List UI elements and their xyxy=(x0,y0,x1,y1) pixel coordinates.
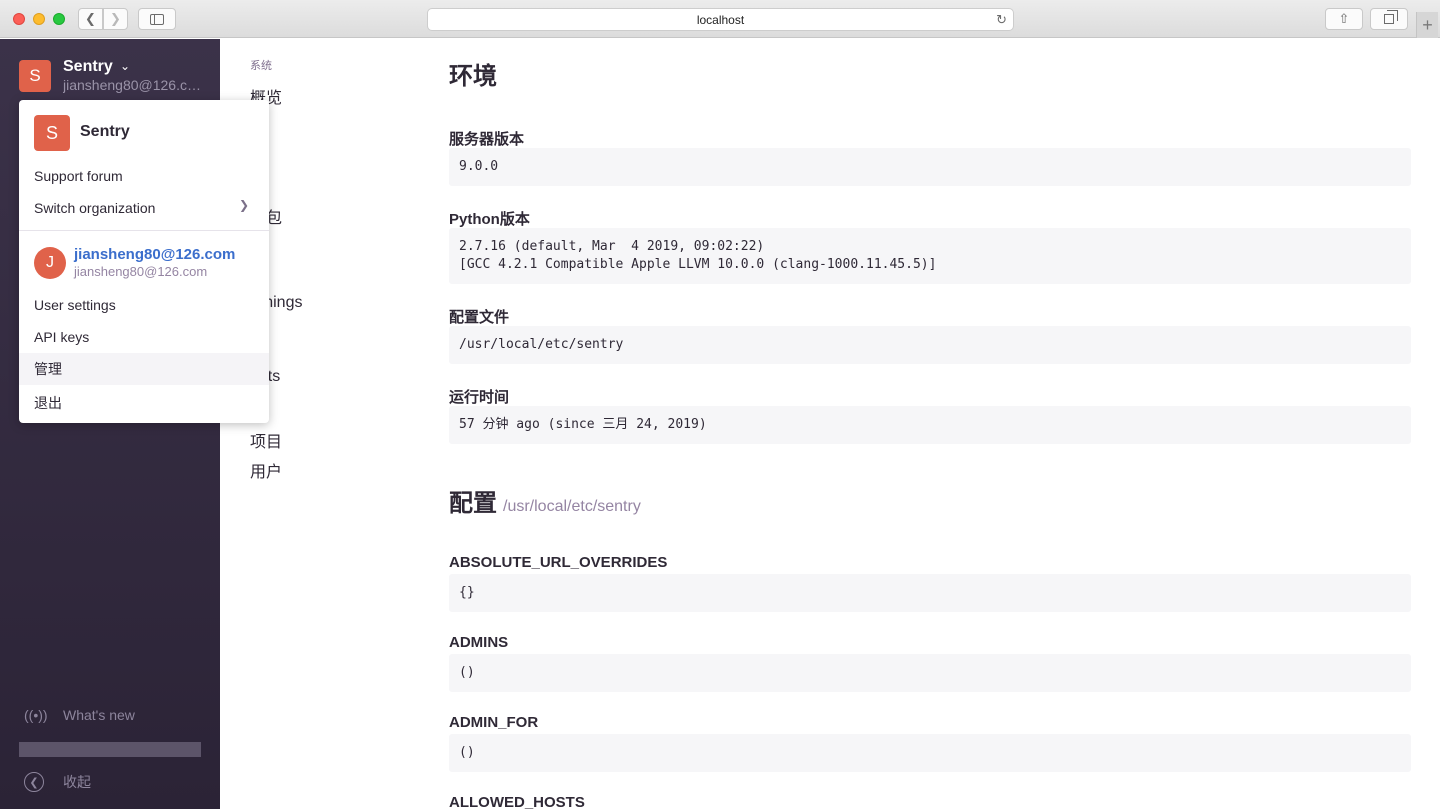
collapse-label: 收起 xyxy=(63,774,91,790)
setting-key: ALLOWED_HOSTS xyxy=(449,794,585,811)
config-file-value: /usr/local/etc/sentry xyxy=(449,326,1411,364)
setting-value: () xyxy=(449,734,1411,772)
server-version-label: 服务器版本 xyxy=(449,131,525,148)
python-version-value: 2.7.16 (default, Mar 4 2019, 09:02:22) [… xyxy=(449,228,1411,284)
url-text: localhost xyxy=(696,12,745,27)
chevron-right-icon: ❯ xyxy=(110,11,121,26)
chevron-right-icon: ❯ xyxy=(238,198,249,212)
chevron-left-circle-icon: ❮ xyxy=(24,772,44,792)
setting-value: () xyxy=(449,654,1411,692)
dropdown-divider xyxy=(19,230,269,231)
chevron-left-icon: ❮ xyxy=(85,11,96,26)
config-title-text: 配置 xyxy=(449,490,497,517)
chevron-down-icon[interactable]: ⌄ xyxy=(120,59,130,73)
uptime-label: 运行时间 xyxy=(449,389,510,406)
switch-organization-item[interactable]: Switch organization xyxy=(34,200,254,216)
nav-item-projects[interactable]: 项目 xyxy=(250,428,282,452)
main-content: 环境 服务器版本 9.0.0 Python版本 2.7.16 (default,… xyxy=(449,39,1411,811)
whats-new-button[interactable]: ((•)) What's new xyxy=(24,707,135,723)
setting-value: {} xyxy=(449,574,1411,612)
user-avatar: J xyxy=(34,247,66,279)
dropdown-user-name[interactable]: jiansheng80@126.com xyxy=(74,246,235,263)
uptime-value: 57 分钟 ago (since 三月 24, 2019) xyxy=(449,406,1411,444)
dropdown-org-avatar: S xyxy=(34,115,70,151)
new-tab-button[interactable]: + xyxy=(1416,12,1438,38)
sidebar-user-email: jiansheng80@126.com xyxy=(63,77,203,93)
setting-key: ADMINS xyxy=(449,634,509,651)
collapse-sidebar-button[interactable]: ❮ 收起 xyxy=(24,772,91,792)
page-title: 环境 xyxy=(449,63,497,90)
browser-toolbar: ❮ ❯ localhost ↻ ⇧ + xyxy=(0,0,1440,38)
user-settings-link[interactable]: User settings xyxy=(34,297,254,313)
admin-link[interactable]: 管理 xyxy=(19,353,269,385)
share-icon: ⇧ xyxy=(1338,11,1350,26)
setting-key: ADMIN_FOR xyxy=(449,714,539,731)
config-path: /usr/local/etc/sentry xyxy=(503,498,641,515)
sidebar-toggle-button[interactable] xyxy=(138,8,176,30)
sidebar-icon xyxy=(150,13,164,25)
reload-icon[interactable]: ↻ xyxy=(996,12,1007,28)
org-dropdown-menu: S Sentry Support forum Switch organizati… xyxy=(19,100,269,423)
config-title: 配置/usr/local/etc/sentry xyxy=(449,483,641,518)
maximize-window-button[interactable] xyxy=(53,13,65,25)
org-avatar[interactable]: S xyxy=(19,60,51,92)
server-version-value: 9.0.0 xyxy=(449,148,1411,186)
nav-heading-system: 系统 xyxy=(250,60,272,72)
support-forum-link[interactable]: Support forum xyxy=(34,168,254,184)
org-name[interactable]: Sentry xyxy=(63,58,113,76)
tabs-icon xyxy=(1384,10,1398,24)
dropdown-user-email: jiansheng80@126.com xyxy=(74,264,208,279)
dropdown-org-name[interactable]: Sentry xyxy=(80,123,130,141)
api-keys-link[interactable]: API keys xyxy=(34,329,254,345)
close-window-button[interactable] xyxy=(13,13,25,25)
share-button[interactable]: ⇧ xyxy=(1325,8,1363,30)
setting-key: ABSOLUTE_URL_OVERRIDES xyxy=(449,554,668,571)
minimize-window-button[interactable] xyxy=(33,13,45,25)
broadcast-icon: ((•)) xyxy=(24,707,48,723)
back-button[interactable]: ❮ xyxy=(78,8,103,30)
address-bar[interactable]: localhost ↻ xyxy=(427,8,1014,31)
logout-link[interactable]: 退出 xyxy=(34,393,254,413)
plus-icon: + xyxy=(1422,14,1433,35)
forward-button[interactable]: ❯ xyxy=(103,8,128,30)
nav-item-users[interactable]: 用户 xyxy=(250,458,282,482)
sidebar-progress-bar xyxy=(19,742,201,757)
show-tabs-button[interactable] xyxy=(1370,8,1408,30)
whats-new-label: What's new xyxy=(63,707,135,723)
python-version-label: Python版本 xyxy=(449,211,530,228)
config-file-label: 配置文件 xyxy=(449,309,510,326)
